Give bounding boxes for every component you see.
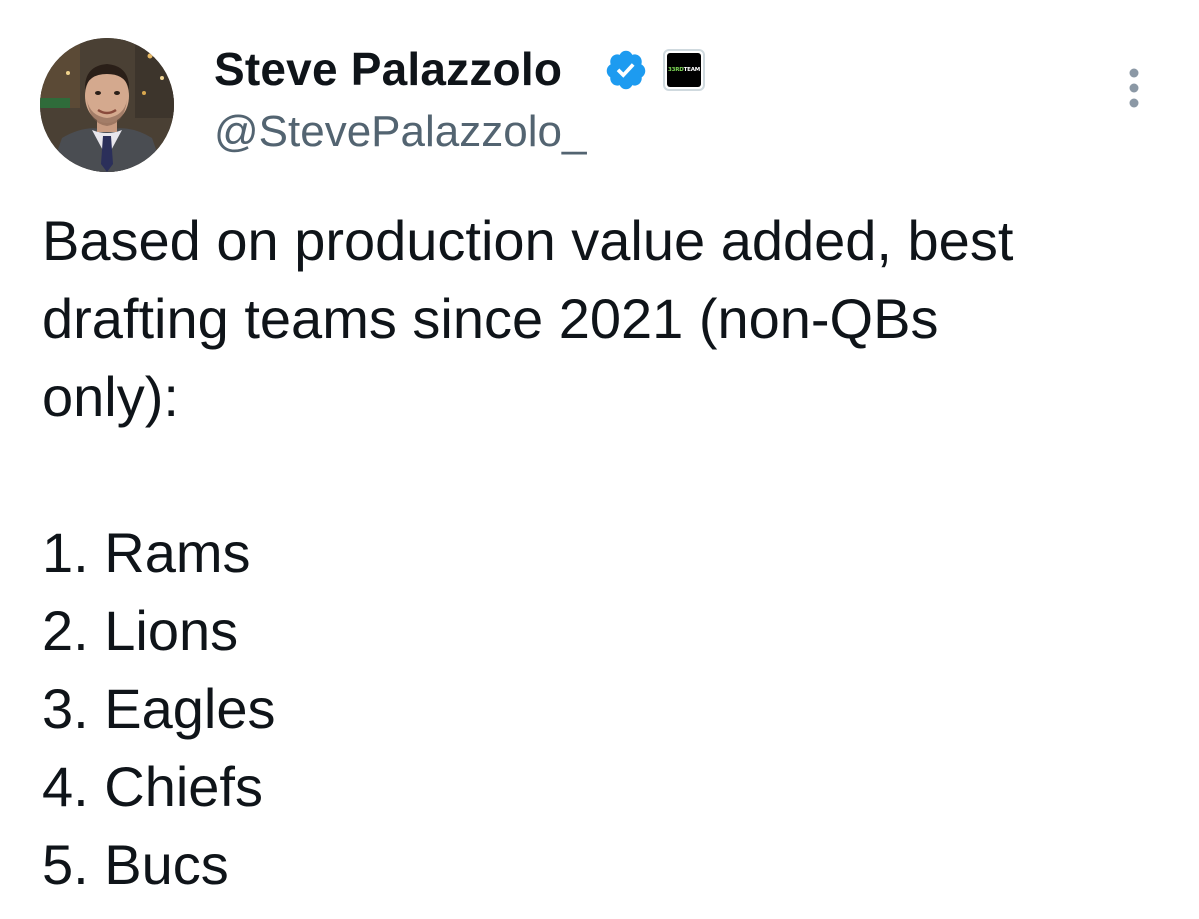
affiliate-word: TEAM	[683, 67, 701, 73]
avatar[interactable]	[40, 38, 174, 172]
affiliate-number: 33RD	[667, 67, 684, 73]
intro-line-1: Based on production value added, best	[42, 209, 1014, 272]
display-name[interactable]: Steve Palazzolo	[214, 40, 562, 98]
tweet-text: Based on production value added, best dr…	[42, 202, 1172, 904]
affiliate-logo-text: 33RDTEAM	[668, 67, 700, 73]
intro-line-3: only):	[42, 365, 179, 428]
verified-badge-icon[interactable]	[604, 48, 648, 92]
intro-line-2: drafting teams since 2021 (non-QBs	[42, 287, 939, 350]
user-handle[interactable]: @StevePalazzolo_	[214, 104, 586, 160]
ranking-item: 5. Bucs	[42, 833, 229, 896]
tweet: Steve Palazzolo 33RDTEAM @StevePalazzolo…	[0, 0, 1199, 919]
affiliate-logo: 33RDTEAM	[667, 53, 701, 87]
paragraph-break	[42, 436, 1172, 514]
ranking-item: 2. Lions	[42, 599, 239, 662]
more-options-icon[interactable]	[1118, 66, 1150, 114]
ranking-item: 4. Chiefs	[42, 755, 263, 818]
ranking-item: 3. Eagles	[42, 677, 276, 740]
affiliate-badge-icon[interactable]: 33RDTEAM	[663, 49, 705, 91]
profile-photo-icon	[40, 38, 174, 172]
ranking-item: 1. Rams	[42, 521, 251, 584]
